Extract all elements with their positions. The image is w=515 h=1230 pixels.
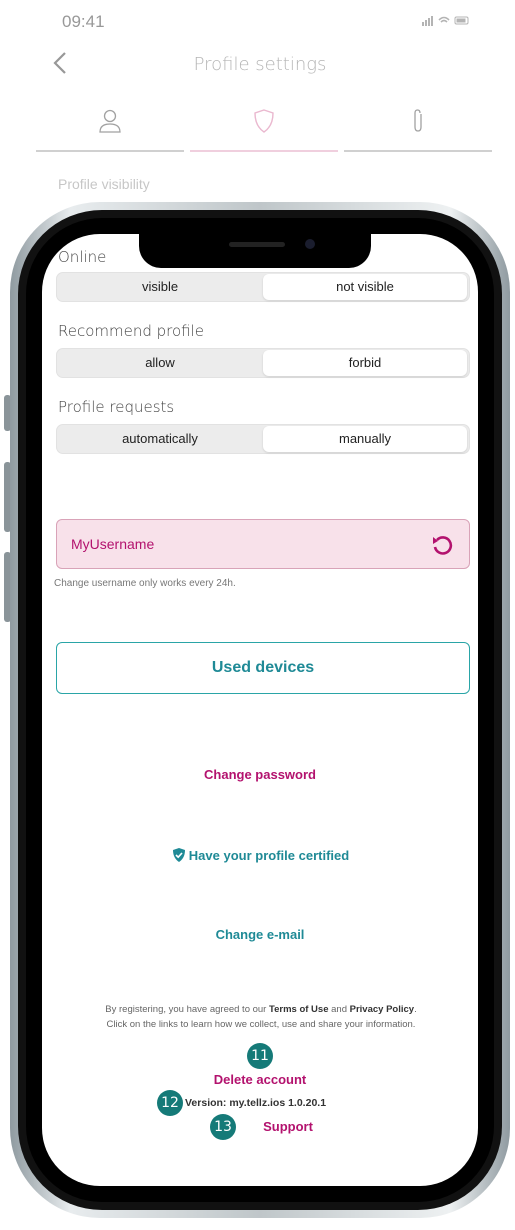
legal-text-prefix: By registering, you have agreed to our [105, 1004, 269, 1015]
change-password-link[interactable]: Change password [42, 767, 478, 782]
support-link[interactable]: Support [70, 1119, 478, 1134]
change-email-link[interactable]: Change e-mail [42, 927, 478, 942]
signal-wifi-battery-icon [422, 16, 469, 26]
certify-profile-label: Have your profile certified [188, 848, 350, 863]
username-value[interactable]: MyUsername [71, 536, 154, 552]
terms-of-use-link[interactable]: Terms of Use [269, 1004, 328, 1015]
requests-label: Profile requests [58, 398, 175, 416]
shield-icon [254, 109, 274, 133]
camera [305, 239, 315, 249]
tab-bar [36, 100, 492, 152]
section-title: Profile visibility [58, 176, 150, 192]
status-bar: 09:41 [62, 8, 482, 34]
notch [139, 234, 371, 268]
recommend-option-forbid[interactable]: forbid [263, 350, 467, 376]
annotation-marker-11: 11 [247, 1043, 273, 1069]
page-title: Profile settings [193, 54, 327, 75]
verified-shield-icon [172, 848, 185, 862]
status-icons [422, 14, 472, 29]
status-time: 09:41 [62, 12, 105, 31]
recommend-option-allow[interactable]: allow [57, 349, 263, 377]
person-icon [99, 109, 121, 133]
online-option-visible[interactable]: visible [57, 273, 263, 301]
nav-bar: Profile settings [40, 44, 480, 84]
version-text: Version: my.tellz.ios 1.0.20.1 [185, 1097, 327, 1109]
used-devices-button[interactable]: Used devices [56, 642, 470, 694]
delete-account-link[interactable]: Delete account [42, 1072, 478, 1087]
legal-text-suffix: . [414, 1004, 417, 1015]
legal-text-line2: Click on the links to learn how we colle… [106, 1019, 416, 1030]
requests-option-automatically[interactable]: automatically [57, 425, 263, 453]
refresh-icon[interactable] [431, 534, 453, 556]
legal-text-and: and [328, 1004, 350, 1015]
requests-option-manually[interactable]: manually [263, 426, 467, 452]
phone-mockup: Online visible not visible Recommend pro… [0, 200, 515, 1230]
recommend-segmented-control: allow forbid [56, 348, 470, 378]
username-field[interactable]: MyUsername [56, 519, 470, 569]
requests-segmented-control: automatically manually [56, 424, 470, 454]
certify-profile-link[interactable]: Have your profile certified [42, 847, 478, 863]
legal-text: By registering, you have agreed to our T… [54, 1002, 468, 1032]
annotation-marker-12: 12 [157, 1090, 183, 1116]
online-label: Online [58, 248, 107, 266]
phone-screen: Online visible not visible Recommend pro… [42, 234, 478, 1186]
speaker [229, 242, 285, 247]
tab-attachments[interactable] [344, 100, 492, 152]
recommend-label: Recommend profile [58, 322, 205, 340]
online-option-not-visible[interactable]: not visible [263, 274, 467, 300]
username-hint: Change username only works every 24h. [54, 578, 236, 589]
privacy-policy-link[interactable]: Privacy Policy [350, 1004, 414, 1015]
tab-privacy[interactable] [190, 100, 338, 152]
tab-profile[interactable] [36, 100, 184, 152]
online-segmented-control: visible not visible [56, 272, 470, 302]
paperclip-icon [414, 109, 422, 132]
